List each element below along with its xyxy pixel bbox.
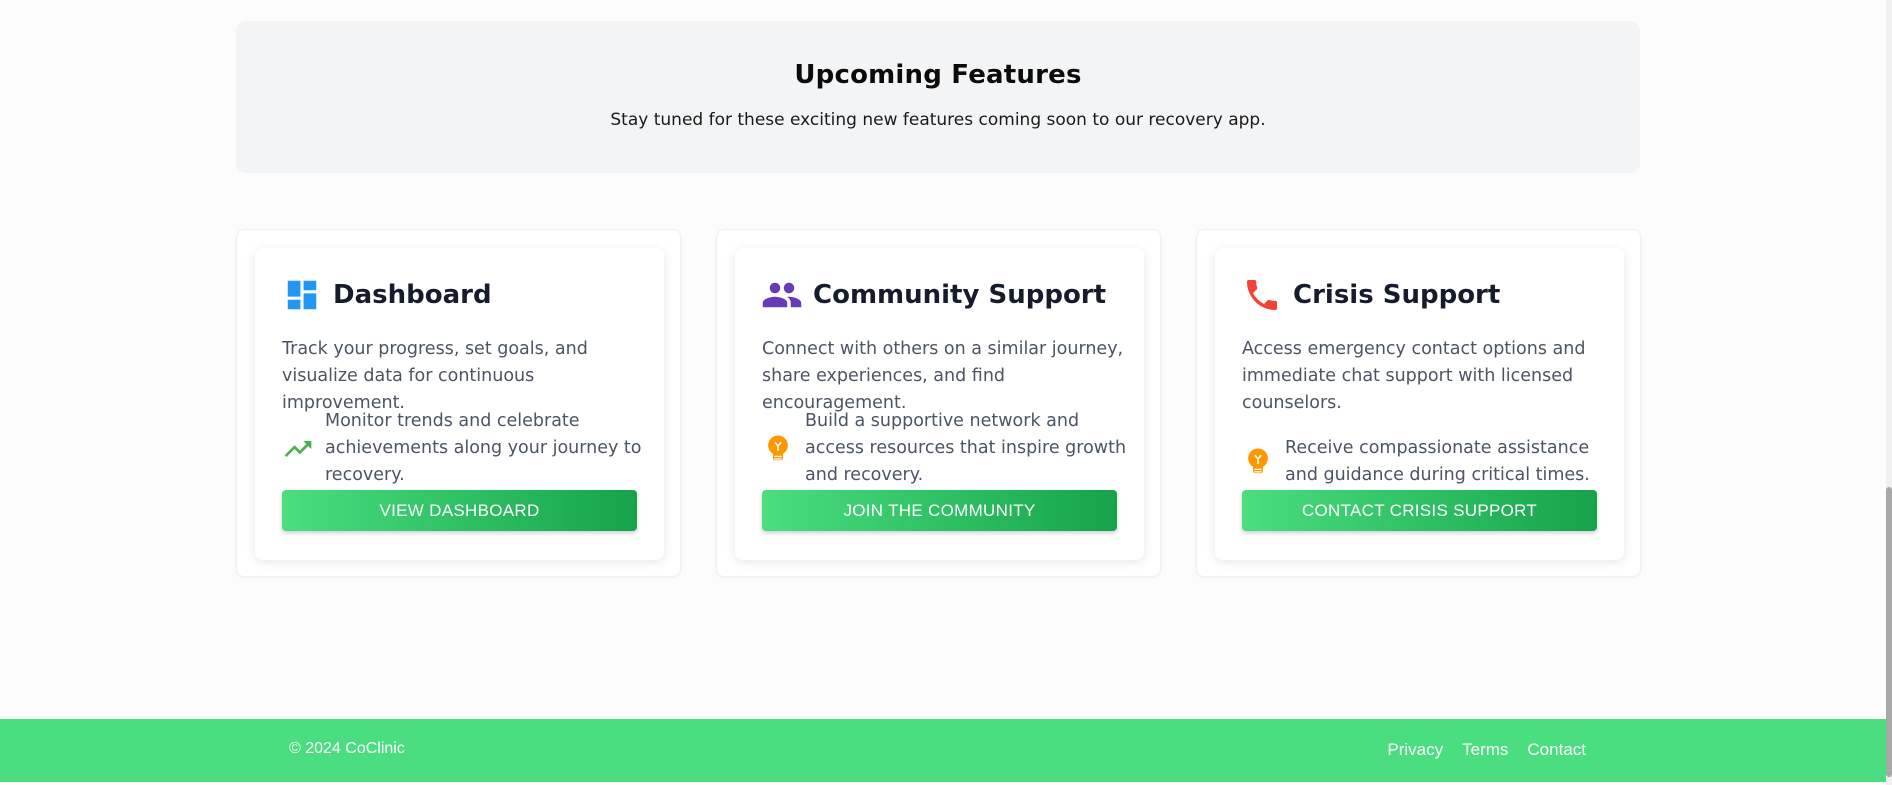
banner-title: Upcoming Features [794,60,1082,90]
crisis-support-card-container: Crisis Support Access emergency contact … [1196,229,1641,577]
phone-icon [1241,274,1283,316]
view-dashboard-button[interactable]: VIEW DASHBOARD [282,490,637,531]
trending-up-icon [282,433,314,465]
dashboard-icon [281,274,323,316]
join-community-button[interactable]: JOIN THE COMMUNITY [762,490,1117,531]
dashboard-description: Track your progress, set goals, and visu… [282,339,588,413]
dashboard-feature-text: Monitor trends and celebrate achievement… [325,411,642,485]
page-scrollbar[interactable] [1886,0,1892,785]
crisis-support-card-header: Crisis Support [1241,274,1500,316]
community-support-card-container: Community Support Connect with others on… [716,229,1161,577]
crisis-support-card: Crisis Support Access emergency contact … [1215,248,1624,560]
people-icon [761,274,803,316]
footer-copyright: © 2024 CoClinic [289,740,405,757]
footer-link-contact[interactable]: Contact [1527,740,1586,760]
dashboard-card-container: Dashboard Track your progress, set goals… [236,229,681,577]
crisis-support-feature: Receive compassionate assistance and gui… [1242,435,1607,489]
dashboard-feature: Monitor trends and celebrate achievement… [282,408,647,489]
lightbulb-icon [1242,446,1274,478]
footer-link-terms[interactable]: Terms [1462,740,1508,760]
community-support-card: Community Support Connect with others on… [735,248,1144,560]
contact-crisis-support-button[interactable]: CONTACT CRISIS SUPPORT [1242,490,1597,531]
dashboard-title: Dashboard [333,280,492,310]
community-support-description: Connect with others on a similar journey… [762,339,1124,413]
footer-links: Privacy Terms Contact [1387,740,1586,760]
community-support-card-header: Community Support [761,274,1106,316]
community-support-feature: Build a supportive network and access re… [762,408,1127,489]
scrollbar-thumb[interactable] [1886,487,1892,777]
crisis-support-title: Crisis Support [1293,280,1501,310]
lightbulb-icon [762,433,794,465]
dashboard-card-header: Dashboard [281,274,492,316]
footer: © 2024 CoClinic Privacy Terms Contact [0,719,1886,782]
footer-link-privacy[interactable]: Privacy [1387,740,1443,760]
crisis-support-description: Access emergency contact options and imm… [1242,339,1586,413]
banner-subtitle: Stay tuned for these exciting new featur… [610,110,1266,130]
community-support-title: Community Support [813,280,1107,310]
dashboard-card: Dashboard Track your progress, set goals… [255,248,664,560]
community-support-feature-text: Build a supportive network and access re… [805,411,1127,485]
crisis-support-feature-text: Receive compassionate assistance and gui… [1285,438,1590,485]
upcoming-features-banner: Upcoming Features Stay tuned for these e… [236,21,1640,173]
